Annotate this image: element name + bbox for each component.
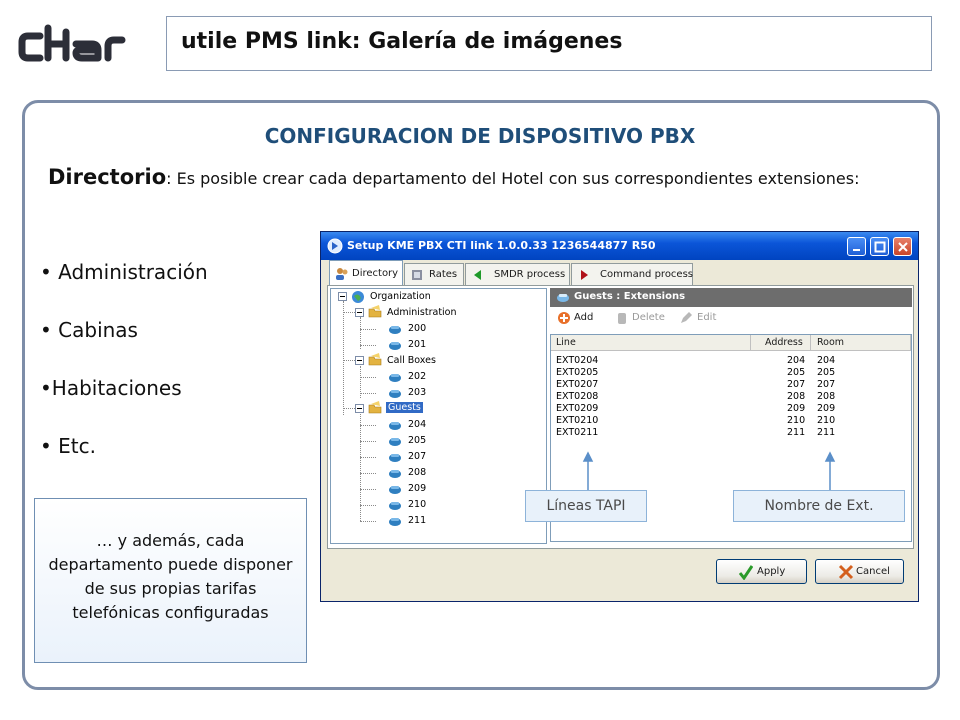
- maximize-icon: [874, 241, 886, 253]
- rates-icon: [412, 270, 422, 280]
- list-item: • Administración: [40, 260, 208, 284]
- tab-directory[interactable]: Directory: [329, 260, 403, 286]
- add-icon: [558, 312, 570, 324]
- folder-icon: [368, 305, 382, 318]
- globe-icon: [352, 291, 364, 303]
- window-titlebar[interactable]: Setup KME PBX CTI link 1.0.0.33 12365448…: [321, 232, 918, 260]
- tab-rates[interactable]: Rates: [404, 263, 464, 285]
- directory-word: Directorio: [48, 165, 167, 189]
- tree-node-extension[interactable]: 205: [408, 435, 426, 446]
- minimize-icon: [853, 249, 860, 251]
- char-logo: [18, 24, 126, 62]
- directory-text: : Es posible crear cada departamento del…: [166, 169, 860, 188]
- tree-node-guests[interactable]: Guests: [386, 402, 423, 413]
- note-box: … y además, cada departamento puede disp…: [34, 498, 307, 663]
- list-item: •Habitaciones: [40, 376, 182, 400]
- tree-node-extension[interactable]: 211: [408, 515, 426, 526]
- organization-tree[interactable]: Organization Administration 200 201 Call…: [330, 288, 547, 544]
- tree-node-call-boxes[interactable]: Call Boxes: [387, 355, 436, 366]
- title-box: utile PMS link: Galería de imágenes: [166, 16, 932, 71]
- tree-node-extension[interactable]: 209: [408, 483, 426, 494]
- list-item: • Cabinas: [40, 318, 138, 342]
- phone-icon: [389, 422, 401, 430]
- edit-button[interactable]: Edit: [697, 312, 716, 323]
- close-icon: [898, 242, 908, 252]
- phone-icon: [389, 438, 401, 446]
- extensions-panel-title: Guests : Extensions: [574, 291, 686, 302]
- phone-icon: [389, 486, 401, 494]
- tree-node-extension[interactable]: 208: [408, 467, 426, 478]
- phone-icon: [389, 390, 401, 398]
- collapse-toggle[interactable]: [338, 292, 347, 301]
- section-heading: CONFIGURACION DE DISPOSITIVO PBX: [264, 124, 696, 148]
- phone-icon: [557, 294, 569, 302]
- tab-command-process[interactable]: Command process: [571, 263, 693, 285]
- page-title: utile PMS link: Galería de imágenes: [181, 29, 623, 54]
- apply-label: Apply: [757, 566, 786, 577]
- collapse-toggle[interactable]: [355, 356, 364, 365]
- folder-icon: [368, 401, 382, 414]
- tree-node-extension[interactable]: 207: [408, 451, 426, 462]
- maximize-button[interactable]: [870, 237, 889, 256]
- tree-node-organization[interactable]: Organization: [370, 291, 431, 302]
- phone-icon: [389, 454, 401, 462]
- phone-icon: [389, 518, 401, 526]
- callout-tapi-lines: Líneas TAPI: [525, 490, 647, 522]
- tree-node-extension[interactable]: 204: [408, 419, 426, 430]
- app-icon: [327, 238, 343, 254]
- phone-icon: [389, 374, 401, 382]
- edit-icon: [681, 312, 692, 323]
- tab-label: Command process: [600, 269, 694, 280]
- window-title: Setup KME PBX CTI link 1.0.0.33 12365448…: [347, 239, 656, 252]
- extensions-panel-header: Guests : Extensions: [550, 288, 912, 307]
- cancel-label: Cancel: [856, 566, 890, 577]
- cancel-icon: [838, 564, 854, 580]
- users-icon: [336, 268, 348, 280]
- tab-smdr-process[interactable]: SMDR process: [465, 263, 570, 285]
- phone-icon: [389, 502, 401, 510]
- folder-icon: [368, 353, 382, 366]
- apply-button[interactable]: Apply: [716, 559, 807, 584]
- list-item: • Etc.: [40, 434, 96, 458]
- add-button[interactable]: Add: [574, 312, 593, 323]
- phone-icon: [389, 342, 401, 350]
- close-button[interactable]: [893, 237, 912, 256]
- tab-label: Rates: [429, 269, 458, 280]
- tree-node-extension[interactable]: 203: [408, 387, 426, 398]
- tree-node-administration[interactable]: Administration: [387, 307, 457, 318]
- tree-node-extension[interactable]: 200: [408, 323, 426, 334]
- phone-icon: [389, 470, 401, 478]
- tree-node-extension[interactable]: 201: [408, 339, 426, 350]
- minimize-button[interactable]: [847, 237, 866, 256]
- callout-ext-name: Nombre de Ext.: [733, 490, 905, 522]
- collapse-toggle[interactable]: [355, 404, 364, 413]
- directory-description: Directorio: Es posible crear cada depart…: [48, 165, 878, 191]
- arrow-right-icon: [581, 270, 588, 280]
- tab-label: SMDR process: [494, 269, 566, 280]
- cancel-button[interactable]: Cancel: [815, 559, 904, 584]
- tree-node-extension[interactable]: 202: [408, 371, 426, 382]
- arrow-left-icon: [474, 270, 481, 280]
- delete-icon: [618, 313, 626, 324]
- setup-window: Setup KME PBX CTI link 1.0.0.33 12365448…: [320, 231, 919, 602]
- phone-icon: [389, 326, 401, 334]
- delete-button[interactable]: Delete: [632, 312, 665, 323]
- tab-label: Directory: [352, 268, 399, 279]
- tree-node-extension[interactable]: 210: [408, 499, 426, 510]
- collapse-toggle[interactable]: [355, 308, 364, 317]
- check-icon: [739, 565, 753, 580]
